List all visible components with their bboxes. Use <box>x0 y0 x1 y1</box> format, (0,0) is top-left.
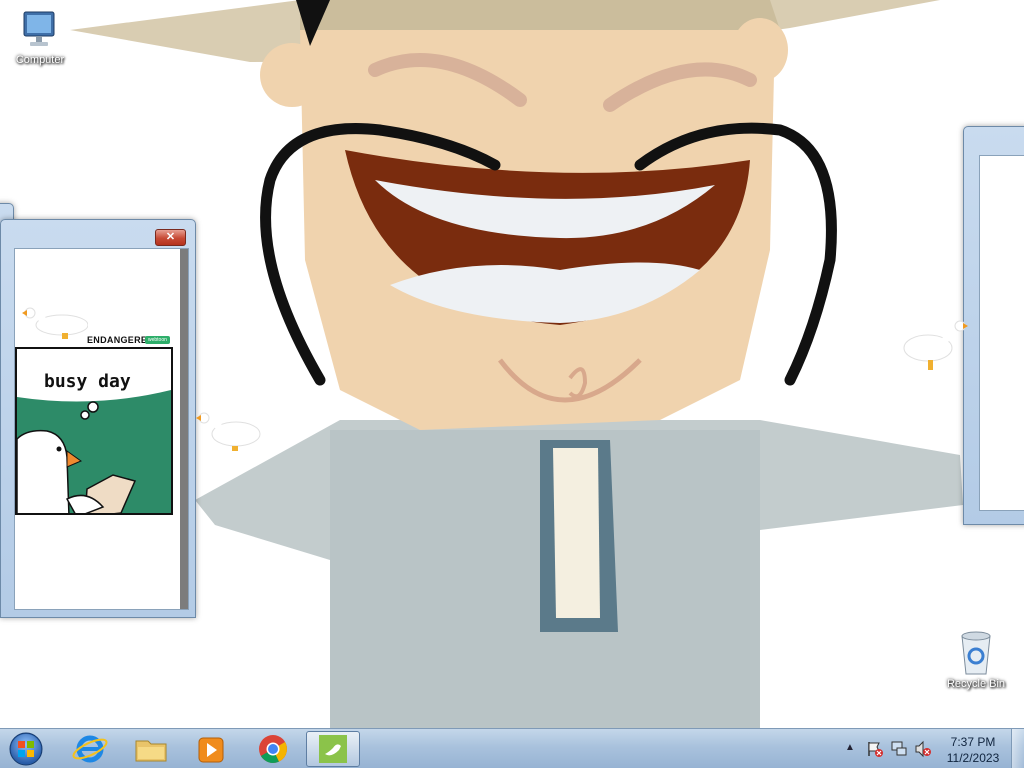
chrome-icon <box>259 735 287 763</box>
recycle-bin-icon <box>961 631 991 675</box>
comic-image: ENDANGERED webtoon busy day <box>15 331 175 521</box>
comic-speech-text: busy day <box>44 371 131 392</box>
show-hidden-icons-button[interactable]: ▲ <box>845 742 855 753</box>
start-button[interactable] <box>6 730 46 768</box>
goose-icon[interactable] <box>900 316 972 376</box>
clock-time: 7:37 PM <box>950 735 996 749</box>
desktop-icon-computer[interactable]: Computer <box>2 8 78 66</box>
show-desktop-button[interactable] <box>1011 729 1024 768</box>
window-client <box>979 155 1024 511</box>
volume-muted-icon[interactable] <box>914 740 932 758</box>
desktop-icon-recycle-bin[interactable]: Recycle Bin <box>938 630 1014 690</box>
taskbar: ▲ 7:37 PM 11/2/2023 <box>0 728 1024 768</box>
comic-window[interactable]: ✕ ENDANGERED webtoon busy day <box>0 219 196 618</box>
close-button[interactable]: ✕ <box>155 229 186 246</box>
taskbar-button-internet-explorer[interactable] <box>63 731 117 767</box>
internet-explorer-icon <box>72 735 108 763</box>
comic-badge: webtoon <box>145 336 170 344</box>
background-window-right[interactable] <box>963 126 1024 525</box>
start-orb-icon <box>9 732 43 766</box>
file-explorer-icon <box>135 740 167 762</box>
clock-date: 11/2/2023 <box>946 751 1000 765</box>
computer-icon <box>23 11 55 46</box>
network-icon[interactable] <box>890 740 908 758</box>
taskbar-button-chrome[interactable] <box>246 731 300 767</box>
desktop-goose-icon <box>319 735 347 763</box>
desktop-icon-label: Computer <box>15 54 65 66</box>
taskbar-button-media-player[interactable] <box>184 731 238 767</box>
taskbar-button-desktop-goose[interactable] <box>306 731 360 767</box>
goose-icon[interactable] <box>192 406 262 462</box>
media-player-icon <box>198 737 224 763</box>
desktop-icon-label: Recycle Bin <box>946 678 1006 690</box>
comic-title: ENDANGERED <box>87 335 155 345</box>
system-clock[interactable]: 7:37 PM 11/2/2023 <box>938 734 1008 766</box>
comic-panel: busy day <box>15 347 173 515</box>
taskbar-button-file-explorer[interactable] <box>124 731 178 767</box>
goose-icon[interactable] <box>18 303 88 343</box>
action-center-icon[interactable] <box>866 740 884 758</box>
vertical-scrollbar[interactable] <box>180 249 188 609</box>
